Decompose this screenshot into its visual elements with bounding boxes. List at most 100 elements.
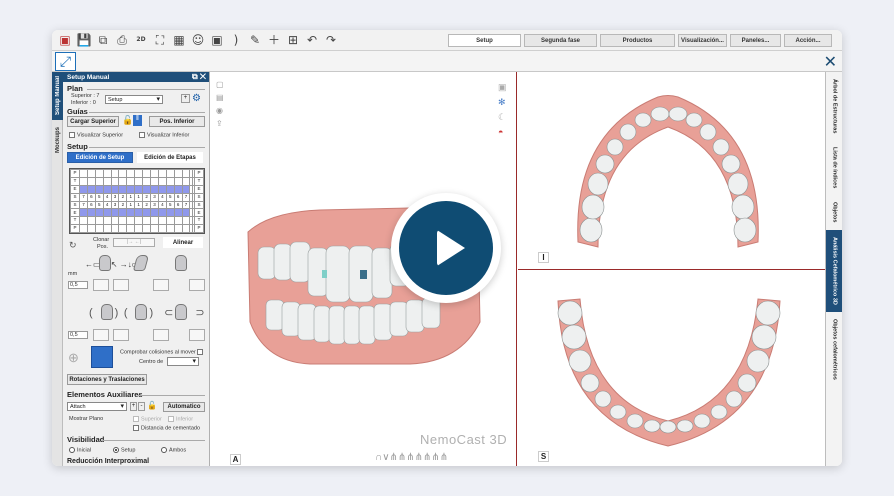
inferior-checkbox[interactable]: Inferior — [168, 416, 193, 422]
grid-cell[interactable] — [142, 176, 152, 186]
grid-cell[interactable] — [181, 169, 191, 178]
grid-cell[interactable] — [110, 176, 120, 186]
grid-cell[interactable]: 7 — [181, 192, 191, 202]
grid-cell[interactable] — [142, 208, 152, 218]
grid-cell[interactable]: 4 — [102, 200, 112, 210]
grid-cell[interactable] — [181, 208, 191, 218]
grid-cell[interactable] — [110, 224, 120, 233]
grid-cell[interactable] — [142, 184, 152, 194]
grid-cell[interactable] — [173, 169, 183, 178]
grid-cell[interactable] — [181, 216, 191, 226]
grid-cell[interactable]: P — [193, 224, 205, 233]
grid-cell[interactable] — [157, 216, 167, 226]
grid-cell[interactable] — [126, 224, 136, 233]
grid-cell[interactable] — [94, 169, 104, 178]
grid-cell[interactable] — [86, 208, 96, 218]
grid-cell[interactable] — [165, 176, 175, 186]
grid-cell[interactable]: 3 — [150, 192, 159, 202]
grid-cell[interactable] — [102, 184, 112, 194]
grid-cell[interactable] — [173, 224, 183, 233]
grid-cell[interactable]: 5 — [165, 200, 175, 210]
grid-cell[interactable] — [150, 216, 159, 226]
grid-cell[interactable]: 6 — [86, 192, 96, 202]
plan-settings-icon[interactable]: ⚙ — [192, 93, 201, 104]
save-icon[interactable]: 💾 — [77, 33, 92, 47]
refresh-icon[interactable]: ↻ — [69, 240, 77, 251]
grid-cell[interactable] — [126, 208, 136, 218]
grid-cell[interactable] — [79, 169, 88, 178]
grid-cell[interactable] — [86, 216, 96, 226]
grid-cell[interactable] — [173, 208, 183, 218]
grid-cell[interactable]: S — [193, 200, 205, 210]
panel-close-icon[interactable]: ⧉ ✕ — [192, 72, 206, 82]
grid-cell[interactable] — [173, 216, 183, 226]
grid-cell[interactable] — [94, 208, 104, 218]
value-box-8[interactable] — [189, 329, 205, 341]
alinear-button[interactable]: Alinear — [163, 237, 203, 248]
undo-icon[interactable]: ↶ — [305, 33, 319, 47]
grid-cell[interactable]: E — [70, 208, 80, 218]
value-box-6[interactable] — [113, 329, 129, 341]
value-box-3[interactable] — [153, 279, 169, 291]
grid-cell[interactable] — [165, 224, 175, 233]
superior-checkbox[interactable]: Superior — [133, 416, 162, 422]
menu-setup[interactable]: Setup — [448, 34, 521, 47]
grid-cell[interactable] — [157, 169, 167, 178]
grid-cell[interactable]: 2 — [142, 200, 152, 210]
grid-cell[interactable]: 4 — [157, 200, 167, 210]
grid-cell[interactable]: 2 — [118, 200, 128, 210]
attach-select[interactable]: Attach — [67, 402, 127, 411]
arch-icon[interactable]: ) — [229, 33, 243, 47]
pause-icon[interactable]: ‖ — [133, 115, 142, 126]
play-button[interactable] — [391, 193, 501, 303]
grid-cell[interactable] — [110, 169, 120, 178]
grid-cell[interactable] — [150, 169, 159, 178]
close-icon[interactable]: ✕ — [824, 52, 837, 72]
grid-cell[interactable] — [86, 176, 96, 186]
grid-cell[interactable] — [150, 184, 159, 194]
grid-cell[interactable] — [181, 224, 191, 233]
tab-edicion-setup[interactable]: Edición de Setup — [67, 152, 133, 163]
grid-cell[interactable] — [142, 169, 152, 178]
grid-cell[interactable] — [102, 224, 112, 233]
grid-cell[interactable] — [126, 176, 136, 186]
grid-cell[interactable] — [165, 216, 175, 226]
grid-cell[interactable] — [102, 176, 112, 186]
grid-cell[interactable] — [142, 216, 152, 226]
grid-cell[interactable] — [79, 208, 88, 218]
grid-cell[interactable] — [134, 224, 144, 233]
grid-cell[interactable]: 6 — [86, 200, 96, 210]
attach-remove-icon[interactable]: - — [138, 402, 145, 411]
grid-cell[interactable] — [134, 184, 144, 194]
lock-icon[interactable]: 🔓 — [122, 115, 133, 126]
grid-cell[interactable]: 3 — [150, 200, 159, 210]
grid-cell[interactable]: 1 — [126, 192, 136, 202]
menu-paneles[interactable]: Paneles... — [730, 34, 781, 47]
grid-cell[interactable] — [102, 208, 112, 218]
centro-de-select[interactable] — [167, 357, 199, 366]
grid-cell[interactable] — [94, 184, 104, 194]
grid-cell[interactable]: T — [193, 216, 205, 226]
grid-cell[interactable] — [94, 224, 104, 233]
grid-cell[interactable]: 4 — [102, 192, 112, 202]
tab-analisis-cefalometrico[interactable]: Análisis Cefalométrico 3D — [826, 230, 842, 312]
grid-cell[interactable] — [118, 208, 128, 218]
grid-cell[interactable]: P — [193, 169, 205, 178]
value-box-7[interactable] — [153, 329, 169, 341]
grid-cell[interactable] — [110, 184, 120, 194]
grid-cell[interactable] — [157, 176, 167, 186]
grid-cell[interactable]: S — [70, 192, 80, 202]
grid-cell[interactable] — [102, 216, 112, 226]
radio-inicial[interactable]: Inicial — [69, 447, 91, 453]
grid-cell[interactable] — [110, 208, 120, 218]
view-2d-icon[interactable]: 2D — [134, 33, 148, 47]
step2-input[interactable]: 0,5 — [68, 331, 88, 339]
grid-cell[interactable]: 5 — [94, 200, 104, 210]
grid-cell[interactable] — [165, 169, 175, 178]
grid-cell[interactable] — [157, 184, 167, 194]
app-logo-icon[interactable]: ▣ — [58, 33, 72, 47]
expand-icon[interactable]: ⤢ — [55, 52, 76, 71]
grid-cell[interactable] — [79, 184, 88, 194]
automatico-button[interactable]: Automatico — [163, 402, 205, 412]
grid-cell[interactable]: 5 — [165, 192, 175, 202]
